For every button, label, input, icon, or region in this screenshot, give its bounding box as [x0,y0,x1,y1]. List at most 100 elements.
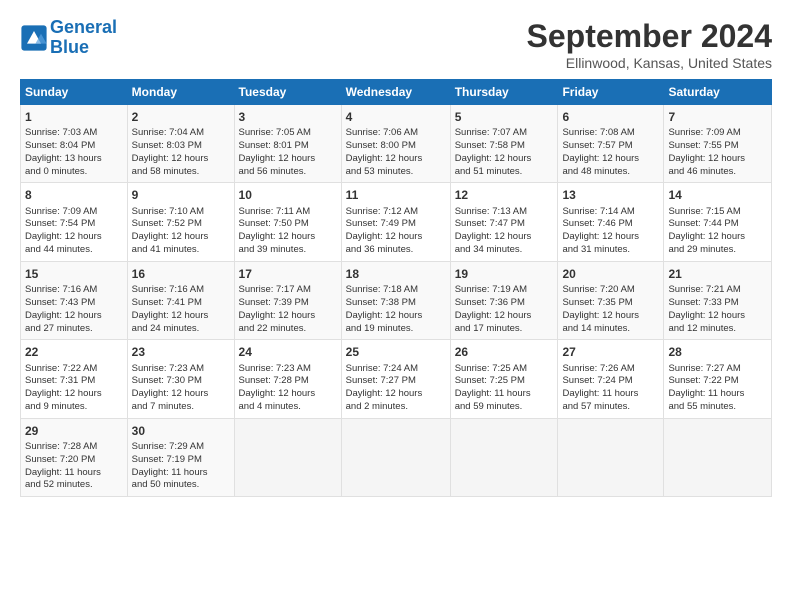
day-number: 29 [25,423,123,439]
day-number: 17 [239,266,337,282]
calendar-cell: 6Sunrise: 7:08 AMSunset: 7:57 PMDaylight… [558,105,664,183]
header-tuesday: Tuesday [234,80,341,105]
calendar-cell: 3 Sunrise: 7:05 AMSunset: 8:01 PMDaylight… [234,105,341,183]
day-info: Sunrise: 7:27 AMSunset: 7:22 PMDaylight:… [668,363,767,414]
day-info: Sunrise: 7:29 AMSunset: 7:19 PMDaylight:… [132,441,230,492]
day-info: Sunrise: 7:09 AMSunset: 7:54 PMDaylight:… [25,206,123,257]
calendar-cell: 21 Sunrise: 7:21 AMSunset: 7:33 PMDayligh… [664,261,772,339]
day-info: Sunrise: 7:24 AMSunset: 7:27 PMDaylight:… [346,363,446,414]
day-info: Sunrise: 7:10 AMSunset: 7:52 PMDaylight:… [132,206,230,257]
day-info: Sunrise: 7:05 AMSunset: 8:01 PMDaylight:… [239,127,337,178]
calendar-cell: 27Sunrise: 7:26 AMSunset: 7:24 PMDayligh… [558,340,664,418]
day-number: 26 [455,344,554,360]
day-info: Sunrise: 7:14 AMSunset: 7:46 PMDaylight:… [562,206,659,257]
logo: General Blue [20,18,117,58]
day-number: 22 [25,344,123,360]
calendar-cell: 12Sunrise: 7:13 AMSunset: 7:47 PMDayligh… [450,183,558,261]
calendar-cell: 13 Sunrise: 7:14 AMSunset: 7:46 PMDayligh… [558,183,664,261]
day-number: 15 [25,266,123,282]
day-number: 7 [668,109,767,125]
calendar-cell: 17 Sunrise: 7:17 AMSunset: 7:39 PMDayligh… [234,261,341,339]
calendar-cell: 18 Sunrise: 7:18 AMSunset: 7:38 PMDayligh… [341,261,450,339]
day-number: 27 [562,344,659,360]
day-info: Sunrise: 7:28 AMSunset: 7:20 PMDaylight:… [25,441,123,492]
calendar-week-1: 1Sunrise: 7:03 AMSunset: 8:04 PMDaylight… [21,105,772,183]
day-number: 23 [132,344,230,360]
calendar-week-5: 29 Sunrise: 7:28 AMSunset: 7:20 PMDayligh… [21,418,772,496]
day-info: Sunrise: 7:19 AMSunset: 7:36 PMDaylight:… [455,284,554,335]
day-info: Sunrise: 7:22 AMSunset: 7:31 PMDaylight:… [25,363,123,414]
day-info: Sunrise: 7:04 AMSunset: 8:03 PMDaylight:… [132,127,230,178]
day-info: Sunrise: 7:25 AMSunset: 7:25 PMDaylight:… [455,363,554,414]
day-number: 11 [346,187,446,203]
calendar-cell: 25 Sunrise: 7:24 AMSunset: 7:27 PMDayligh… [341,340,450,418]
day-info: Sunrise: 7:18 AMSunset: 7:38 PMDaylight:… [346,284,446,335]
calendar-cell: 29 Sunrise: 7:28 AMSunset: 7:20 PMDayligh… [21,418,128,496]
day-number: 12 [455,187,554,203]
header: General Blue September 2024 Ellinwood, K… [20,18,772,71]
day-info: Sunrise: 7:17 AMSunset: 7:39 PMDaylight:… [239,284,337,335]
main-title: September 2024 [527,18,772,55]
calendar-cell: 2 Sunrise: 7:04 AMSunset: 8:03 PMDaylight… [127,105,234,183]
header-friday: Friday [558,80,664,105]
logo-icon [20,24,48,52]
calendar-cell: 4 Sunrise: 7:06 AMSunset: 8:00 PMDaylight… [341,105,450,183]
day-number: 14 [668,187,767,203]
calendar-cell [664,418,772,496]
day-info: Sunrise: 7:07 AMSunset: 7:58 PMDaylight:… [455,127,554,178]
day-number: 9 [132,187,230,203]
day-number: 21 [668,266,767,282]
calendar-cell: 26 Sunrise: 7:25 AMSunset: 7:25 PMDayligh… [450,340,558,418]
day-number: 25 [346,344,446,360]
day-info: Sunrise: 7:16 AMSunset: 7:43 PMDaylight:… [25,284,123,335]
day-number: 3 [239,109,337,125]
logo-blue: Blue [50,37,89,57]
day-number: 8 [25,187,123,203]
header-row: Sunday Monday Tuesday Wednesday Thursday… [21,80,772,105]
calendar-cell: 14Sunrise: 7:15 AMSunset: 7:44 PMDayligh… [664,183,772,261]
day-number: 10 [239,187,337,203]
header-monday: Monday [127,80,234,105]
day-number: 13 [562,187,659,203]
calendar-cell: 30 Sunrise: 7:29 AMSunset: 7:19 PMDayligh… [127,418,234,496]
day-info: Sunrise: 7:16 AMSunset: 7:41 PMDaylight:… [132,284,230,335]
day-info: Sunrise: 7:12 AMSunset: 7:49 PMDaylight:… [346,206,446,257]
calendar-cell: 23Sunrise: 7:23 AMSunset: 7:30 PMDayligh… [127,340,234,418]
calendar-header: Sunday Monday Tuesday Wednesday Thursday… [21,80,772,105]
day-number: 18 [346,266,446,282]
day-info: Sunrise: 7:21 AMSunset: 7:33 PMDaylight:… [668,284,767,335]
day-number: 30 [132,423,230,439]
header-saturday: Saturday [664,80,772,105]
calendar-week-4: 22 Sunrise: 7:22 AMSunset: 7:31 PMDayligh… [21,340,772,418]
calendar-cell: 22 Sunrise: 7:22 AMSunset: 7:31 PMDayligh… [21,340,128,418]
day-info: Sunrise: 7:06 AMSunset: 8:00 PMDaylight:… [346,127,446,178]
day-number: 28 [668,344,767,360]
calendar-cell: 24Sunrise: 7:23 AMSunset: 7:28 PMDayligh… [234,340,341,418]
day-info: Sunrise: 7:20 AMSunset: 7:35 PMDaylight:… [562,284,659,335]
day-info: Sunrise: 7:09 AMSunset: 7:55 PMDaylight:… [668,127,767,178]
day-number: 20 [562,266,659,282]
calendar-cell [558,418,664,496]
subtitle: Ellinwood, Kansas, United States [527,55,772,71]
calendar-cell: 5Sunrise: 7:07 AMSunset: 7:58 PMDaylight… [450,105,558,183]
calendar-cell: 11 Sunrise: 7:12 AMSunset: 7:49 PMDayligh… [341,183,450,261]
calendar-cell [450,418,558,496]
calendar-cell: 20 Sunrise: 7:20 AMSunset: 7:35 PMDayligh… [558,261,664,339]
header-sunday: Sunday [21,80,128,105]
calendar-table: Sunday Monday Tuesday Wednesday Thursday… [20,79,772,497]
calendar-cell [341,418,450,496]
day-info: Sunrise: 7:11 AMSunset: 7:50 PMDaylight:… [239,206,337,257]
day-info: Sunrise: 7:03 AMSunset: 8:04 PMDaylight:… [25,127,123,178]
calendar-cell: 16Sunrise: 7:16 AMSunset: 7:41 PMDayligh… [127,261,234,339]
calendar-cell [234,418,341,496]
day-number: 4 [346,109,446,125]
day-number: 2 [132,109,230,125]
calendar-week-3: 15 Sunrise: 7:16 AMSunset: 7:43 PMDayligh… [21,261,772,339]
header-wednesday: Wednesday [341,80,450,105]
day-info: Sunrise: 7:08 AMSunset: 7:57 PMDaylight:… [562,127,659,178]
calendar-cell: 1Sunrise: 7:03 AMSunset: 8:04 PMDaylight… [21,105,128,183]
calendar-cell: 10 Sunrise: 7:11 AMSunset: 7:50 PMDayligh… [234,183,341,261]
calendar-week-2: 8 Sunrise: 7:09 AMSunset: 7:54 PMDaylight… [21,183,772,261]
calendar-cell: 9 Sunrise: 7:10 AMSunset: 7:52 PMDaylight… [127,183,234,261]
calendar-cell: 8 Sunrise: 7:09 AMSunset: 7:54 PMDaylight… [21,183,128,261]
